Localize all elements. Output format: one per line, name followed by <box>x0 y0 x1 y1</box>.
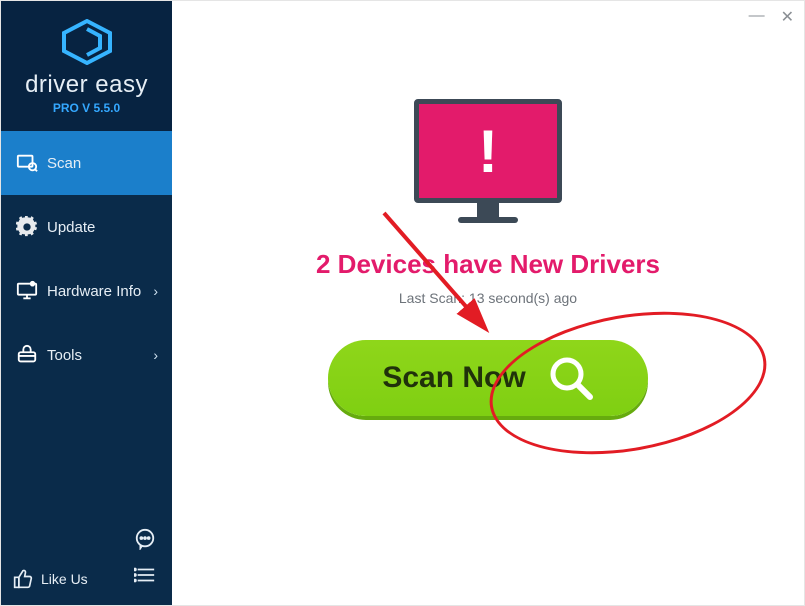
brand-name: driver easy <box>1 71 172 99</box>
thumbs-up-icon <box>13 569 33 589</box>
sidebar-item-tools[interactable]: Tools › <box>1 323 172 387</box>
svg-text:i: i <box>32 282 33 287</box>
last-scan-text: Last Scan: 13 second(s) ago <box>399 290 577 306</box>
menu-icon[interactable] <box>134 566 156 589</box>
toolbox-icon <box>13 344 41 366</box>
alert-monitor-graphic: ! <box>414 99 562 227</box>
nav: Scan Update i <box>1 131 172 525</box>
sidebar-item-update[interactable]: Update <box>1 195 172 259</box>
sidebar-item-label: Update <box>47 219 95 236</box>
scan-now-button[interactable]: Scan Now <box>328 340 648 416</box>
chevron-right-icon: › <box>153 347 158 363</box>
headline-text: 2 Devices have New Drivers <box>316 249 660 280</box>
scan-icon <box>13 152 41 174</box>
sidebar: driver easy PRO V 5.5.0 Scan <box>1 1 172 605</box>
center-stage: ! 2 Devices have New Drivers Last Scan: … <box>172 99 804 416</box>
sidebar-item-label: Tools <box>47 347 82 364</box>
brand-block: driver easy PRO V 5.5.0 <box>1 1 172 131</box>
sidebar-item-label: Scan <box>47 155 81 172</box>
app-window: driver easy PRO V 5.5.0 Scan <box>0 0 805 606</box>
main-panel: — ✕ ! 2 Devices have New Drivers Last Sc… <box>172 1 804 605</box>
brand-version: PRO V 5.5.0 <box>1 101 172 115</box>
like-us-label: Like Us <box>41 571 88 587</box>
logo-icon <box>60 19 114 65</box>
sidebar-item-hardware-info[interactable]: i Hardware Info › <box>1 259 172 323</box>
sidebar-item-label: Hardware Info <box>47 283 141 300</box>
monitor-icon: i <box>13 280 41 302</box>
chevron-right-icon: › <box>153 283 158 299</box>
gear-icon <box>13 216 41 238</box>
magnifier-icon <box>548 355 594 401</box>
close-button[interactable]: ✕ <box>781 7 794 27</box>
scan-now-label: Scan Now <box>382 361 525 395</box>
sidebar-footer: Like Us <box>1 525 172 605</box>
like-us-button[interactable]: Like Us <box>13 569 88 589</box>
minimize-button[interactable]: — <box>749 7 765 27</box>
window-controls: — ✕ <box>749 7 794 27</box>
sidebar-item-scan[interactable]: Scan <box>1 131 172 195</box>
chat-icon[interactable] <box>134 528 156 555</box>
